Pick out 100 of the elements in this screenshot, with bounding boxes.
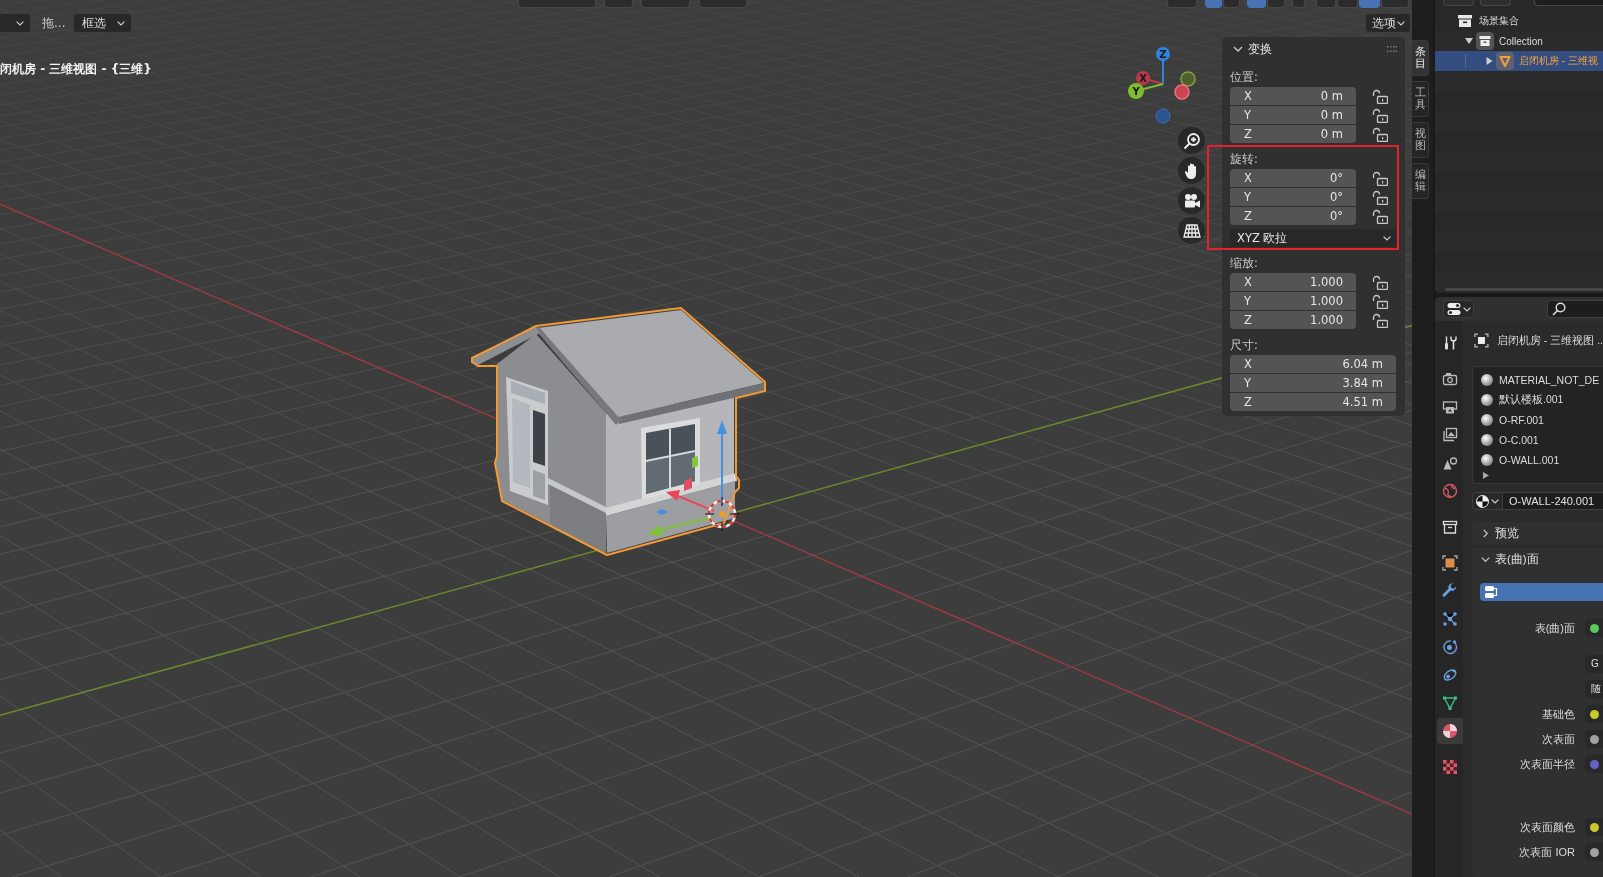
socket-button[interactable]: [1585, 818, 1603, 836]
node-selector[interactable]: [1480, 583, 1603, 601]
socket-label: 次表面半径: [1520, 757, 1575, 772]
material-slot[interactable]: O-WALL.001: [1473, 450, 1603, 470]
number-field[interactable]: X 0 m: [1230, 87, 1356, 105]
search-field[interactable]: [1547, 300, 1603, 318]
number-field[interactable]: X 6.04 m: [1230, 355, 1396, 373]
socket-button[interactable]: [1585, 730, 1603, 748]
socket-label: 基础色: [1542, 707, 1575, 722]
group-label: 缩放:: [1230, 255, 1259, 271]
editor-type-button[interactable]: [1443, 300, 1474, 318]
outliner-row[interactable]: Collection: [1435, 31, 1603, 51]
padlock-icon[interactable]: [1372, 107, 1388, 123]
properties-tab[interactable]: [1437, 718, 1463, 744]
sidebar-tab[interactable]: 编辑: [1412, 163, 1429, 199]
sidebar-tab[interactable]: 工具: [1412, 81, 1429, 117]
toggle-icon: [1446, 302, 1461, 316]
number-field[interactable]: Z 0 m: [1230, 125, 1356, 143]
perspective-toggle-button[interactable]: [1178, 217, 1205, 244]
panel-title[interactable]: 预览: [1495, 526, 1519, 541]
options-dropdown[interactable]: 选项: [1365, 13, 1411, 33]
number-field[interactable]: Y 0 m: [1230, 106, 1356, 124]
grip-icon[interactable]: [1387, 46, 1397, 52]
sphere-icon: [1481, 374, 1493, 386]
number-field[interactable]: Z 4.51 m: [1230, 393, 1396, 411]
socket-button[interactable]: [1585, 705, 1603, 723]
chevron-icon[interactable]: [1233, 44, 1243, 54]
padlock-icon[interactable]: [1372, 126, 1388, 142]
axis-ball[interactable]: Z: [1156, 47, 1170, 61]
roof-eave: [472, 327, 540, 365]
number-field[interactable]: Y 1.000: [1230, 292, 1356, 310]
box-icon: [1476, 32, 1494, 50]
material-slot[interactable]: O-RF.001: [1473, 410, 1603, 430]
drag-label: 拖...: [42, 14, 66, 32]
sphere-icon: [1481, 434, 1493, 446]
number-field[interactable]: X 0°: [1230, 169, 1356, 187]
outliner-row[interactable]: 场景集合: [1435, 11, 1603, 31]
object-name: 启闭机房 - 三维视图 ..: [1496, 333, 1603, 348]
padlock-icon[interactable]: [1372, 88, 1388, 104]
number-field[interactable]: Z 0°: [1230, 207, 1356, 225]
socket-button[interactable]: [1585, 619, 1603, 637]
number-field[interactable]: Y 3.84 m: [1230, 374, 1396, 392]
panel-title[interactable]: 表(曲)面: [1495, 552, 1539, 567]
disclosure-triangle-icon[interactable]: [1465, 37, 1473, 45]
camera-icon: [1442, 371, 1458, 387]
number-field[interactable]: Z 1.000: [1230, 311, 1356, 329]
rotation-mode-dropdown[interactable]: XYZ 欧拉: [1230, 229, 1396, 247]
axis-ball[interactable]: [1174, 84, 1190, 100]
grid-icon: [1182, 222, 1201, 239]
value-field[interactable]: 随: [1585, 680, 1603, 698]
chevron-icon[interactable]: [1481, 555, 1490, 564]
socket-button[interactable]: [1585, 843, 1603, 861]
padlock-icon[interactable]: [1372, 274, 1388, 290]
magnifier-plus-icon: [1182, 131, 1201, 150]
material-browse-button[interactable]: [1472, 492, 1503, 510]
axis-ball[interactable]: Y: [1128, 83, 1144, 99]
image-stack-icon: [1442, 427, 1458, 443]
sidebar-tab[interactable]: 视图: [1412, 122, 1429, 158]
sidebar-tab[interactable]: 条目: [1412, 40, 1429, 76]
socket-label: 次表面: [1542, 732, 1575, 747]
padlock-icon[interactable]: [1372, 189, 1388, 205]
material-name-field[interactable]: O-WALL-240.001: [1503, 492, 1603, 510]
plane-handle[interactable]: [684, 478, 692, 491]
zoom-button[interactable]: [1178, 127, 1205, 154]
box-icon: [1456, 12, 1474, 30]
socket-label: 次表面 IOR: [1519, 845, 1575, 860]
material-slot[interactable]: O-C.001: [1473, 430, 1603, 450]
disclosure-triangle-icon[interactable]: [1485, 57, 1493, 65]
square-icon: [1442, 555, 1458, 571]
material-slot[interactable]: 默认楼板.001: [1473, 390, 1603, 410]
search-field[interactable]: [1534, 0, 1603, 6]
move-arrow[interactable]: [666, 490, 715, 512]
box-icon: [1442, 519, 1458, 535]
panel-title[interactable]: 变换: [1248, 40, 1272, 58]
expand-triangle-icon[interactable]: [1483, 472, 1489, 479]
material-slot[interactable]: MATERIAL_NOT_DE: [1473, 370, 1603, 390]
checker-icon: [1442, 759, 1458, 775]
group-label: 位置:: [1230, 69, 1259, 85]
caret-icon: [1397, 20, 1405, 26]
select-mode-dropdown[interactable]: 框选: [73, 13, 133, 33]
pan-button[interactable]: [1178, 157, 1205, 184]
value-field[interactable]: G: [1585, 655, 1603, 673]
padlock-icon[interactable]: [1372, 170, 1388, 186]
plane-handle[interactable]: [692, 456, 698, 468]
number-field[interactable]: Y 0°: [1230, 188, 1356, 206]
axis-ball[interactable]: [1180, 71, 1196, 87]
screwdriver-wrench-icon: [1442, 335, 1458, 351]
caret-icon: [1462, 306, 1471, 312]
padlock-icon[interactable]: [1372, 293, 1388, 309]
padlock-icon[interactable]: [1372, 208, 1388, 224]
plane-handle[interactable]: [656, 509, 668, 515]
number-field[interactable]: X 1.000: [1230, 273, 1356, 291]
outliner-row[interactable]: 启闭机房 - 三维视: [1435, 51, 1603, 71]
crosshair-ring-icon: [704, 496, 740, 532]
move-arrow[interactable]: [647, 516, 714, 536]
padlock-icon[interactable]: [1372, 312, 1388, 328]
printer-icon: [1442, 399, 1458, 415]
chevron-icon[interactable]: [1481, 529, 1490, 538]
movie-camera-icon: [1182, 192, 1201, 209]
camera-view-button[interactable]: [1178, 187, 1205, 214]
